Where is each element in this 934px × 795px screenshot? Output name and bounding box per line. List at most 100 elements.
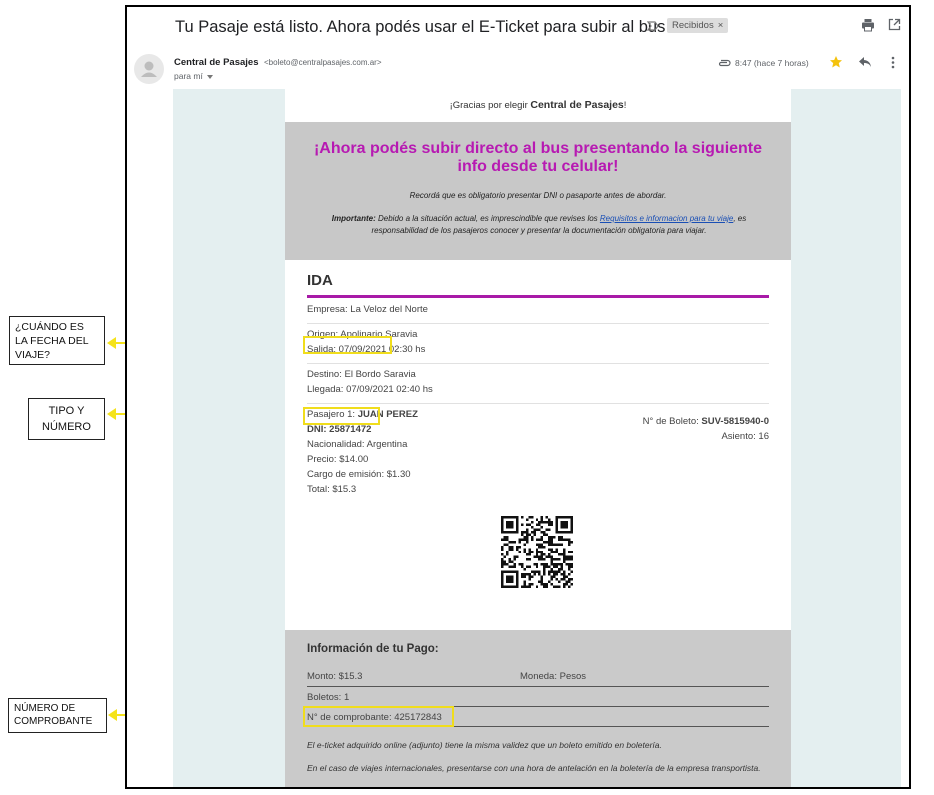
qr-module <box>560 553 564 556</box>
qr-module <box>560 525 564 529</box>
qr-module <box>501 548 504 551</box>
qr-module <box>548 520 551 524</box>
qr-module <box>523 583 526 586</box>
qr-module <box>503 535 506 539</box>
qr-module <box>555 548 559 551</box>
qr-module <box>558 580 561 584</box>
qr-module <box>548 570 551 574</box>
qr-module <box>501 585 504 588</box>
qr-module <box>558 585 561 588</box>
dni-number: 25871472 <box>329 424 372 435</box>
qr-module <box>530 520 534 524</box>
qr-module <box>525 540 529 544</box>
qr-module <box>550 563 554 566</box>
qr-module <box>513 585 516 588</box>
print-icon[interactable] <box>861 18 875 32</box>
payment-currency: Moneda: Pesos <box>520 671 587 682</box>
qr-module <box>510 585 514 588</box>
qr-module <box>548 565 551 569</box>
qr-module <box>515 530 519 534</box>
qr-module <box>568 540 571 544</box>
qr-module <box>525 585 529 588</box>
qr-module <box>535 550 539 554</box>
qr-module <box>501 516 504 519</box>
qr-module <box>565 563 569 566</box>
annotation-type-number: TIPO Y NÚMERO <box>28 398 105 440</box>
qr-module <box>535 528 539 531</box>
qr-module <box>535 538 539 541</box>
qr-module <box>525 553 529 556</box>
qr-module <box>505 516 509 519</box>
qr-module <box>508 565 511 569</box>
qr-module <box>523 543 526 546</box>
qr-module <box>501 520 504 524</box>
chevron-down-icon[interactable] <box>206 74 213 79</box>
requirements-link[interactable]: Requisitos e informacion para tu viaje <box>600 214 733 223</box>
qr-module <box>503 543 506 546</box>
qr-module <box>513 565 516 569</box>
qr-module <box>528 533 531 536</box>
qr-module <box>525 565 529 569</box>
qr-module <box>508 558 511 561</box>
qr-module <box>540 525 544 529</box>
qr-module <box>513 516 516 519</box>
qr-module <box>570 555 573 559</box>
qr-module <box>568 580 571 584</box>
qr-module <box>568 563 571 566</box>
qr-module <box>560 563 564 566</box>
open-in-new-window-icon[interactable] <box>888 18 901 31</box>
qr-module <box>510 565 514 569</box>
remove-label-icon[interactable]: × <box>718 20 724 31</box>
qr-module <box>505 553 509 556</box>
qr-module <box>530 550 534 554</box>
qr-module <box>503 538 506 541</box>
total-row: Total: $15.3 <box>307 484 357 495</box>
qr-module <box>518 550 521 554</box>
qr-module <box>515 520 519 524</box>
qr-module <box>548 553 551 556</box>
qr-module <box>563 573 566 576</box>
qr-module <box>563 555 566 559</box>
qr-module <box>548 540 551 544</box>
qr-module <box>505 525 509 529</box>
qr-module <box>563 583 566 586</box>
qr-module <box>558 535 561 539</box>
qr-module <box>540 575 544 579</box>
qr-module <box>538 523 541 526</box>
qr-module <box>553 535 556 539</box>
qr-module <box>538 543 541 546</box>
qr-module <box>501 570 504 574</box>
annotation-voucher-number: NÚMERO DE COMPROBANTE <box>8 698 107 733</box>
qr-module <box>558 558 561 561</box>
qr-module <box>535 565 539 569</box>
inbox-label-chip[interactable]: Recibidos × <box>667 18 729 33</box>
divider <box>307 363 769 364</box>
qr-module <box>570 578 573 581</box>
important-arrow-icon[interactable] <box>646 19 660 33</box>
qr-module <box>560 523 564 526</box>
qr-module <box>563 553 566 556</box>
avatar[interactable] <box>134 54 164 84</box>
qr-module <box>545 563 549 566</box>
qr-module <box>550 570 554 574</box>
qr-module <box>550 520 554 524</box>
more-options-icon[interactable] <box>891 56 895 69</box>
star-icon[interactable] <box>829 55 843 69</box>
qr-module <box>528 575 531 579</box>
qr-module <box>501 580 504 584</box>
qr-module <box>570 558 573 561</box>
qr-module <box>515 525 519 529</box>
qr-module <box>533 555 536 559</box>
qr-module <box>501 563 504 566</box>
qr-module <box>568 543 571 546</box>
email-window: Tu Pasaje está listo. Ahora podés usar e… <box>125 5 911 789</box>
qr-module <box>535 523 539 526</box>
qr-module <box>503 516 506 519</box>
qr-module <box>550 548 554 551</box>
thanks-line: ¡Gracias por elegir Central de Pasajes! <box>449 99 627 111</box>
recipient-line[interactable]: para mí <box>174 71 213 81</box>
qr-module <box>565 538 569 541</box>
reply-icon[interactable] <box>858 56 872 68</box>
qr-module <box>540 558 544 561</box>
qr-module <box>540 553 544 556</box>
